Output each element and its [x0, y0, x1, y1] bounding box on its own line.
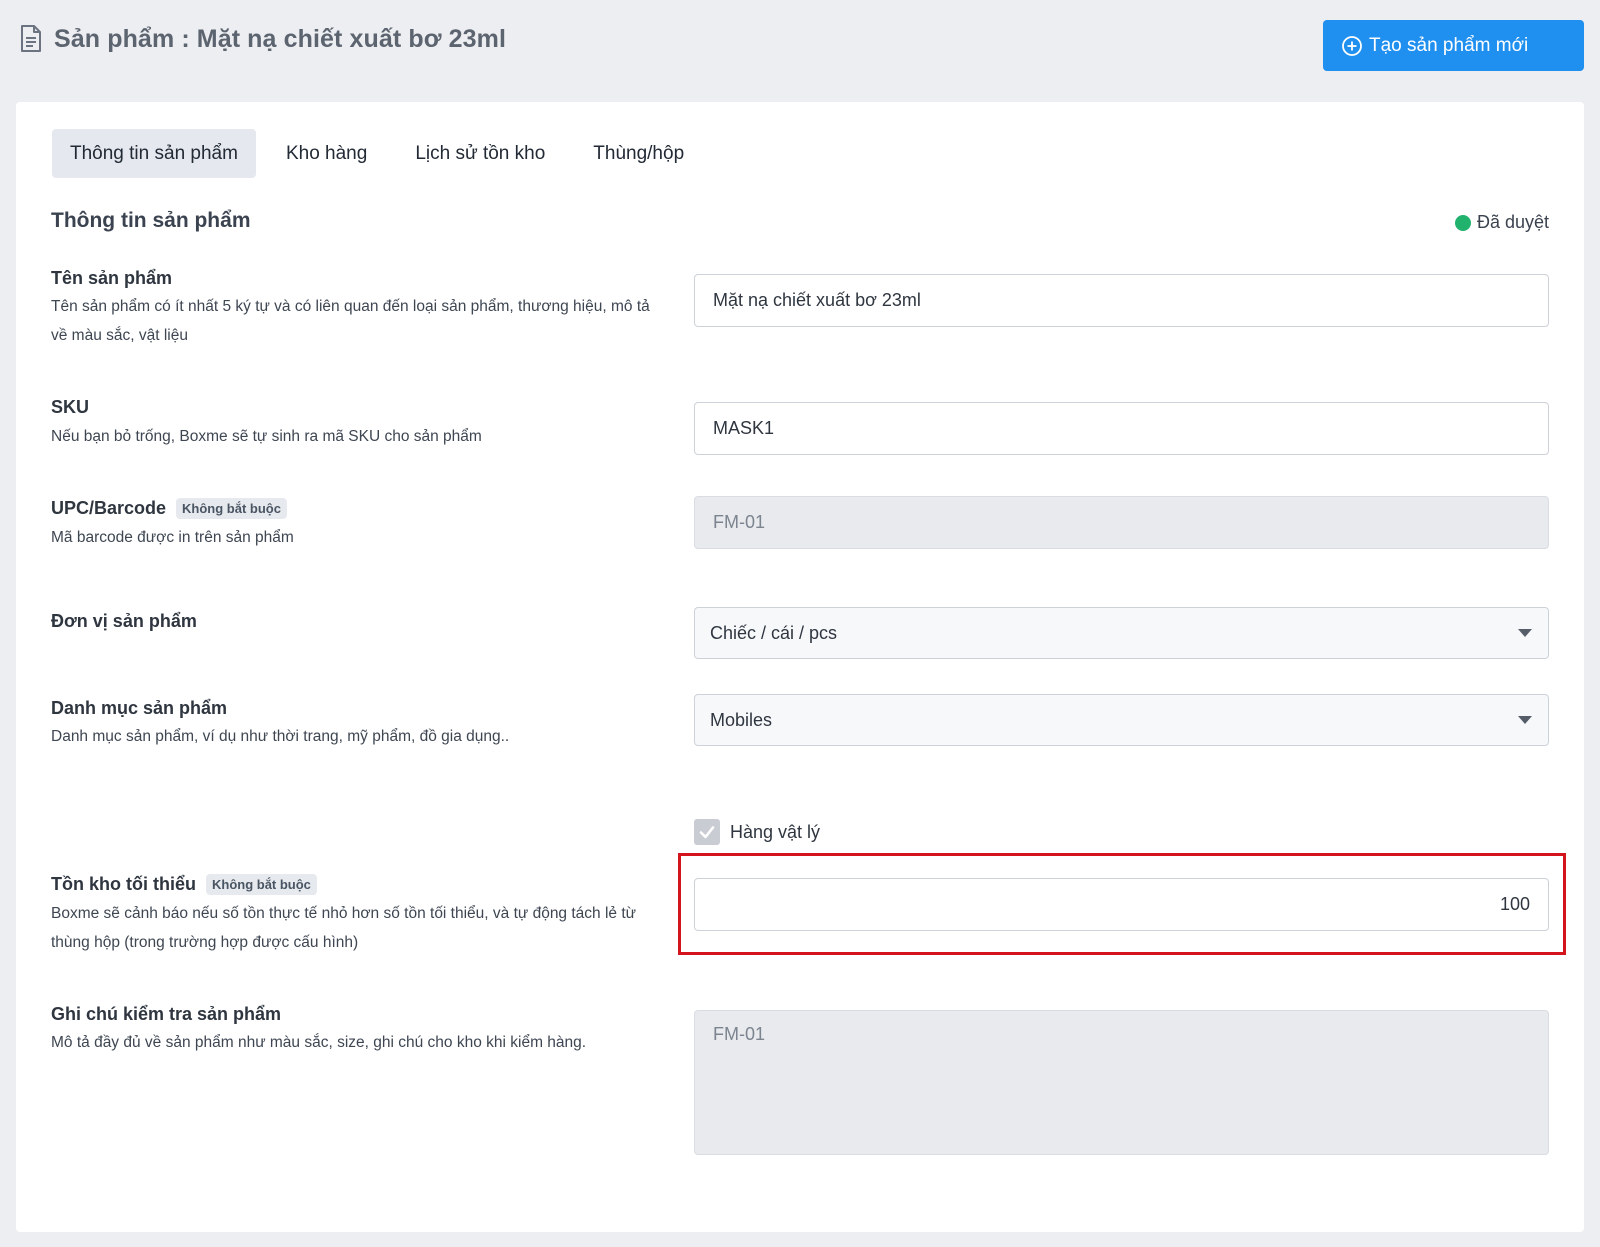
min-stock-label: Tồn kho tối thiểu Không bắt buộc — [51, 874, 317, 895]
inspection-note-label: Ghi chú kiểm tra sản phẩm — [51, 1004, 281, 1025]
tab-boxes[interactable]: Thùng/hộp — [575, 129, 702, 178]
tab-product-info[interactable]: Thông tin sản phẩm — [52, 129, 256, 178]
product-name-label: Tên sản phẩm — [51, 268, 172, 289]
create-product-button[interactable]: Tạo sản phẩm mới — [1323, 20, 1584, 71]
physical-goods-row: Hàng vật lý — [694, 819, 820, 845]
barcode-help: Mã barcode được in trên sản phẩm — [51, 529, 294, 546]
category-select[interactable]: Mobiles — [694, 694, 1549, 746]
category-label: Danh mục sản phẩm — [51, 698, 227, 719]
min-stock-help: Boxme sẽ cảnh báo nếu số tồn thực tế nhỏ… — [51, 905, 637, 951]
chevron-down-icon — [1518, 629, 1532, 637]
category-select-value: Mobiles — [710, 709, 773, 730]
optional-badge: Không bắt buộc — [176, 498, 287, 519]
optional-badge: Không bắt buộc — [205, 874, 317, 895]
chevron-down-icon — [1518, 716, 1532, 724]
section-title: Thông tin sản phẩm — [51, 209, 251, 232]
barcode-label-text: UPC/Barcode — [51, 498, 167, 518]
unit-label: Đơn vị sản phẩm — [51, 611, 197, 632]
sku-label: SKU — [51, 397, 89, 418]
barcode-input — [694, 496, 1549, 549]
tab-stock-history[interactable]: Lịch sử tồn kho — [397, 129, 563, 178]
category-label-text: Danh mục sản phẩm — [51, 698, 228, 718]
min-stock-input[interactable] — [694, 878, 1549, 931]
page-header: Sản phẩm : Mặt nạ chiết xuất bơ 23ml Tạo… — [0, 0, 1600, 100]
tab-warehouse[interactable]: Kho hàng — [268, 129, 385, 178]
sku-label-text: SKU — [51, 397, 90, 417]
inspection-note-label-text: Ghi chú kiểm tra sản phẩm — [51, 1004, 282, 1024]
product-name-input[interactable] — [694, 274, 1549, 327]
unit-select[interactable]: Chiếc / cái / pcs — [694, 607, 1549, 659]
unit-select-value: Chiếc / cái / pcs — [710, 622, 838, 643]
unit-label-text: Đơn vị sản phẩm — [51, 611, 197, 631]
checkmark-icon — [699, 826, 715, 839]
tab-bar: Thông tin sản phẩm Kho hàng Lịch sử tồn … — [52, 129, 714, 178]
document-icon — [18, 24, 44, 54]
product-card: Thông tin sản phẩm Kho hàng Lịch sử tồn … — [16, 102, 1584, 1232]
inspection-note-textarea: FM-01 — [694, 1010, 1549, 1155]
plus-circle-icon — [1341, 35, 1363, 57]
sku-input[interactable] — [694, 402, 1549, 455]
status-badge: Đã duyệt — [1454, 212, 1549, 233]
physical-goods-checkbox[interactable] — [694, 819, 720, 845]
physical-goods-label: Hàng vật lý — [730, 821, 821, 842]
sku-help: Nếu bạn bỏ trống, Boxme sẽ tự sinh ra mã… — [51, 428, 482, 445]
page-title-text: Sản phẩm : Mặt nạ chiết xuất bơ 23ml — [54, 24, 507, 53]
status-dot-icon — [1454, 214, 1471, 231]
product-name-label-text: Tên sản phẩm — [51, 268, 173, 288]
min-stock-label-text: Tồn kho tối thiểu — [51, 874, 196, 894]
status-label: Đã duyệt — [1476, 212, 1549, 232]
barcode-label: UPC/Barcode Không bắt buộc — [51, 498, 287, 519]
page-title: Sản phẩm : Mặt nạ chiết xuất bơ 23ml — [18, 24, 506, 54]
category-help: Danh mục sản phẩm, ví dụ như thời trang,… — [51, 728, 510, 745]
inspection-note-help: Mô tả đầy đủ về sản phẩm như màu sắc, si… — [51, 1034, 587, 1051]
create-product-label: Tạo sản phẩm mới — [1369, 34, 1529, 56]
product-name-help: Tên sản phẩm có ít nhất 5 ký tự và có li… — [51, 298, 650, 344]
